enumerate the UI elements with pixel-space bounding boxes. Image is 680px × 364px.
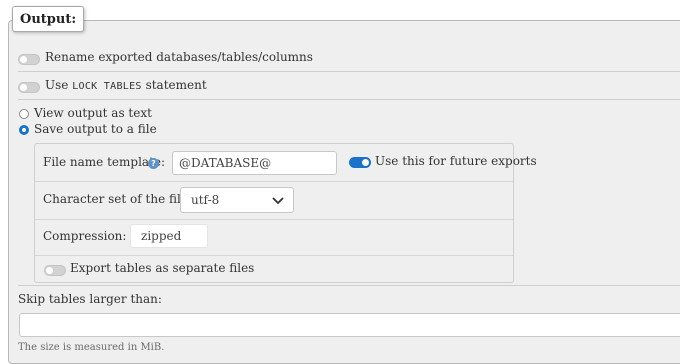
compression-select[interactable]: zipped <box>130 224 208 248</box>
chevron-down-icon <box>272 197 284 205</box>
separate-files-label[interactable]: Export tables as separate files <box>70 261 254 275</box>
output-fieldset: Rename exported databases/tables/columns… <box>8 20 680 364</box>
divider <box>18 285 680 286</box>
lock-tables-code: LOCK TABLES <box>72 81 142 92</box>
lock-tables-label-post: statement <box>145 78 207 92</box>
divider <box>18 71 680 72</box>
rename-label[interactable]: Rename exported databases/tables/columns <box>45 50 313 64</box>
future-exports-toggle[interactable] <box>349 157 371 168</box>
save-to-file-label[interactable]: Save output to a file <box>34 122 157 136</box>
view-as-text-label[interactable]: View output as text <box>34 106 152 120</box>
compression-label: Compression: <box>43 229 127 243</box>
file-options-panel: File name template: ? @DATABASE@ Use thi… <box>34 143 537 283</box>
skip-tables-input[interactable] <box>19 313 680 337</box>
skip-tables-note: The size is measured in MiB. <box>18 342 165 353</box>
charset-selected-value: utf-8 <box>191 193 220 207</box>
lock-tables-toggle[interactable] <box>18 82 40 93</box>
divider <box>35 255 513 256</box>
separate-files-toggle[interactable] <box>44 265 66 276</box>
divider <box>18 99 680 100</box>
help-icon[interactable]: ? <box>148 158 159 169</box>
file-name-template-input[interactable]: @DATABASE@ <box>172 151 337 175</box>
file-name-template-label: File name template: <box>43 155 166 169</box>
divider <box>35 219 513 220</box>
charset-label: Character set of the file: <box>43 192 192 206</box>
skip-tables-label: Skip tables larger than: <box>18 292 162 306</box>
future-exports-label[interactable]: Use this for future exports <box>375 154 537 168</box>
save-to-file-radio[interactable] <box>19 125 29 135</box>
output-legend: Output: <box>12 6 85 32</box>
lock-tables-label-pre: Use <box>45 78 69 92</box>
view-as-text-radio[interactable] <box>19 109 29 119</box>
divider <box>35 181 513 182</box>
rename-toggle[interactable] <box>18 54 40 65</box>
lock-tables-label[interactable]: Use LOCK TABLES statement <box>45 78 207 92</box>
